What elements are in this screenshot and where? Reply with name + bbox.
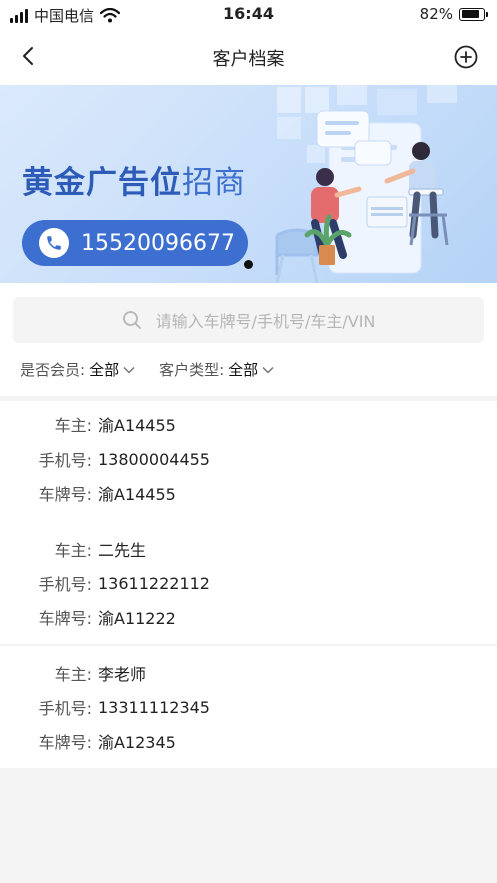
phone-value: 13311112345	[98, 697, 210, 717]
ad-banner[interactable]: 黄金广告位招商 15520096677	[0, 85, 497, 283]
customer-card[interactable]: 车主: 李老师 手机号: 13311112345 车牌号: 渝A12345	[0, 646, 497, 768]
carousel-indicator	[244, 260, 253, 269]
search-placeholder: 请输入车牌号/手机号/车主/VIN	[155, 312, 376, 331]
banner-title-light: 招商	[182, 165, 246, 201]
status-right: 82%	[419, 5, 488, 23]
phone-value: 13800004455	[98, 449, 210, 469]
search-input[interactable]: 请输入车牌号/手机号/车主/VIN	[13, 297, 484, 343]
plate-label: 车牌号:	[38, 733, 92, 752]
banner-phone-button[interactable]: 15520096677	[22, 220, 248, 266]
search-icon	[122, 311, 141, 329]
owner-label: 车主:	[54, 541, 92, 560]
plate-label: 车牌号:	[38, 609, 92, 628]
owner-value: 二先生	[98, 541, 147, 560]
phone-row: 手机号: 13800004455	[0, 447, 210, 471]
plate-row: 车牌号: 渝A14455	[0, 481, 176, 505]
owner-label: 车主:	[54, 665, 92, 684]
customer-type-filter-dropdown[interactable]: 全部	[228, 359, 258, 380]
plate-value: 渝A11222	[98, 609, 176, 628]
banner-title: 黄金广告位招商	[22, 157, 246, 202]
search-section: 请输入车牌号/手机号/车主/VIN 是否会员: 全部 客户类型: 全部	[0, 283, 497, 396]
phone-row: 手机号: 13611222112	[0, 571, 210, 595]
phone-label: 手机号:	[38, 699, 92, 718]
add-customer-button[interactable]	[453, 44, 479, 70]
owner-value: 李老师	[98, 665, 147, 684]
owner-label: 车主:	[54, 416, 92, 435]
phone-icon	[39, 228, 69, 258]
plate-row: 车牌号: 渝A12345	[0, 729, 176, 753]
battery-percent: 82%	[419, 5, 453, 23]
owner-row: 车主: 渝A14455	[0, 412, 176, 436]
phone-label: 手机号:	[38, 575, 92, 594]
plate-row: 车牌号: 渝A11222	[0, 605, 176, 629]
owner-row: 车主: 李老师	[0, 661, 146, 685]
chevron-down-icon[interactable]	[123, 366, 135, 374]
banner-phone-number: 15520096677	[81, 230, 235, 256]
phone-value: 13611222112	[98, 573, 210, 593]
banner-title-bold: 黄金广告位	[22, 165, 182, 201]
customer-type-filter-label: 客户类型:	[159, 361, 225, 379]
phone-row: 手机号: 13311112345	[0, 695, 210, 719]
phone-label: 手机号:	[38, 451, 92, 470]
filter-bar: 是否会员: 全部 客户类型: 全部	[20, 359, 298, 380]
member-filter-label: 是否会员:	[20, 361, 86, 379]
chevron-down-icon[interactable]	[262, 366, 274, 374]
plate-value: 渝A14455	[98, 485, 176, 504]
page-title: 客户档案	[212, 49, 285, 70]
battery-icon	[459, 7, 488, 21]
customer-card[interactable]: 车主: 渝A14455 手机号: 13800004455 车牌号: 渝A1445…	[0, 401, 497, 523]
plate-value: 渝A12345	[98, 733, 176, 752]
navigation-bar: 客户档案	[0, 30, 497, 85]
owner-row: 车主: 二先生	[0, 537, 146, 561]
owner-value: 渝A14455	[98, 416, 176, 435]
banner-illustration	[275, 85, 457, 283]
status-bar: 中国电信 16:44 82%	[0, 0, 497, 30]
battery-level	[461, 10, 479, 18]
customer-card[interactable]: 车主: 二先生 手机号: 13611222112 车牌号: 渝A11222	[0, 522, 497, 644]
plate-label: 车牌号:	[38, 485, 92, 504]
member-filter-dropdown[interactable]: 全部	[89, 359, 119, 380]
